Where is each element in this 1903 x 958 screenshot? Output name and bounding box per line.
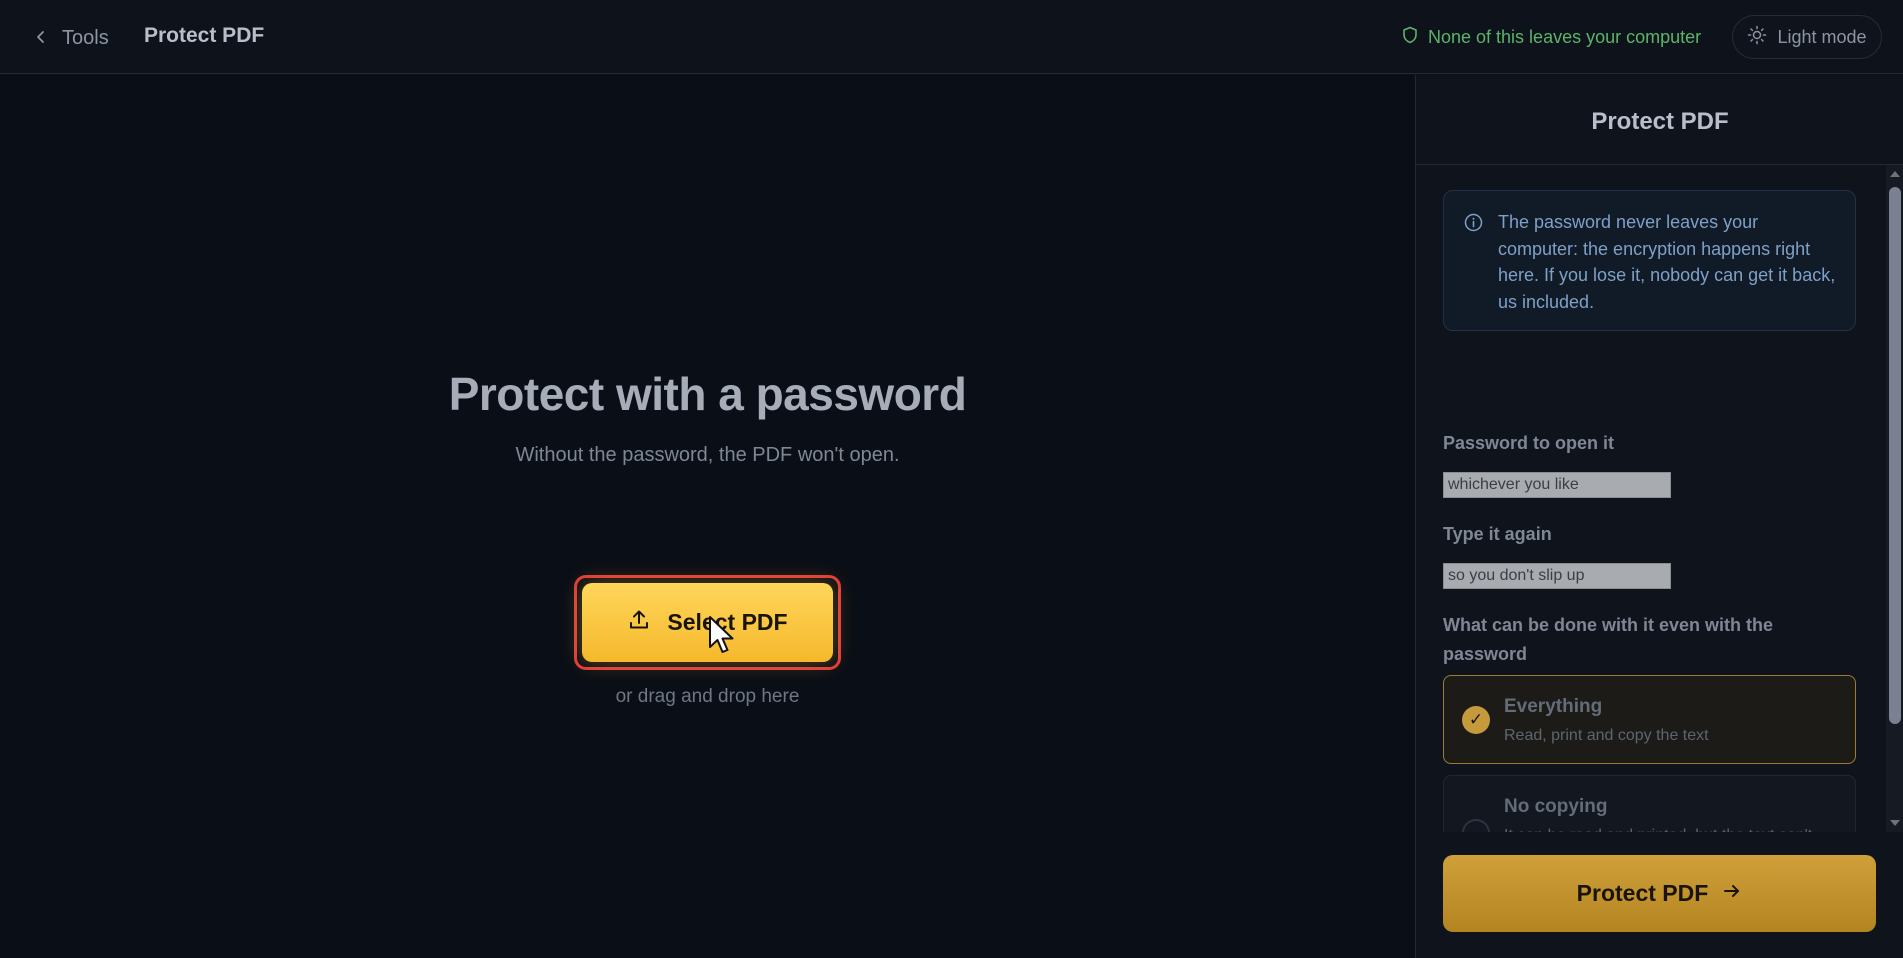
- scrollbar-thumb[interactable]: [1889, 187, 1901, 724]
- radio-circle: [1462, 819, 1490, 832]
- confirm-password-label: Type it again: [1443, 524, 1552, 544]
- option-everything[interactable]: ✓ Everything Read, print and copy the te…: [1443, 675, 1856, 764]
- protect-pdf-button[interactable]: Protect PDF: [1443, 855, 1876, 932]
- hero-heading: Protect with a password: [448, 368, 967, 420]
- chevron-left-icon: [34, 27, 48, 50]
- info-callout: The password never leaves your computer:…: [1443, 190, 1856, 331]
- privacy-note-text: None of this leaves your computer: [1428, 27, 1702, 47]
- permissions-label: What can be done with it even with the p…: [1443, 615, 1774, 664]
- back-to-tools-link[interactable]: Tools: [34, 22, 109, 54]
- protect-pdf-label: Protect PDF: [1576, 880, 1709, 906]
- panel-title: Protect PDF: [1591, 108, 1729, 135]
- light-mode-label: Light mode: [1777, 26, 1867, 47]
- drag-drop-hint: or drag and drop here: [615, 686, 800, 707]
- sun-icon: [1747, 25, 1767, 50]
- arrow-right-icon: [1722, 880, 1742, 907]
- shield-icon: [1402, 26, 1418, 49]
- light-mode-toggle[interactable]: Light mode: [1732, 15, 1882, 59]
- password-input[interactable]: [1443, 472, 1671, 498]
- option-description: It can be read and printed, but the text…: [1504, 822, 1834, 832]
- confirm-password-input[interactable]: [1443, 563, 1671, 589]
- option-title: No copying: [1504, 796, 1608, 817]
- page-title: Protect PDF: [144, 24, 265, 47]
- password-label: Password to open it: [1443, 433, 1615, 453]
- settings-panel: Protect PDF The password never leaves yo…: [1415, 75, 1903, 958]
- back-link-label: Tools: [62, 26, 109, 49]
- option-description: Read, print and copy the text: [1504, 727, 1709, 744]
- top-bar: Tools Protect PDF None of this leaves yo…: [0, 0, 1903, 74]
- scroll-up-arrow-icon[interactable]: [1890, 171, 1900, 177]
- info-callout-text: The password never leaves your computer:…: [1498, 212, 1836, 312]
- upload-area[interactable]: Protect with a password Without the pass…: [0, 75, 1415, 958]
- option-no-copying[interactable]: No copying It can be read and printed, b…: [1443, 775, 1856, 832]
- panel-scrollbar[interactable]: [1886, 165, 1903, 832]
- scroll-down-arrow-icon[interactable]: [1890, 820, 1900, 826]
- panel-scroll-area[interactable]: The password never leaves your computer:…: [1416, 165, 1886, 832]
- privacy-note: None of this leaves your computer: [1402, 26, 1701, 49]
- option-title: Everything: [1504, 696, 1603, 717]
- hero-subheading: Without the password, the PDF won't open…: [515, 444, 900, 466]
- mouse-pointer-icon: [708, 615, 736, 655]
- upload-icon: [627, 608, 651, 638]
- check-icon: ✓: [1462, 706, 1490, 734]
